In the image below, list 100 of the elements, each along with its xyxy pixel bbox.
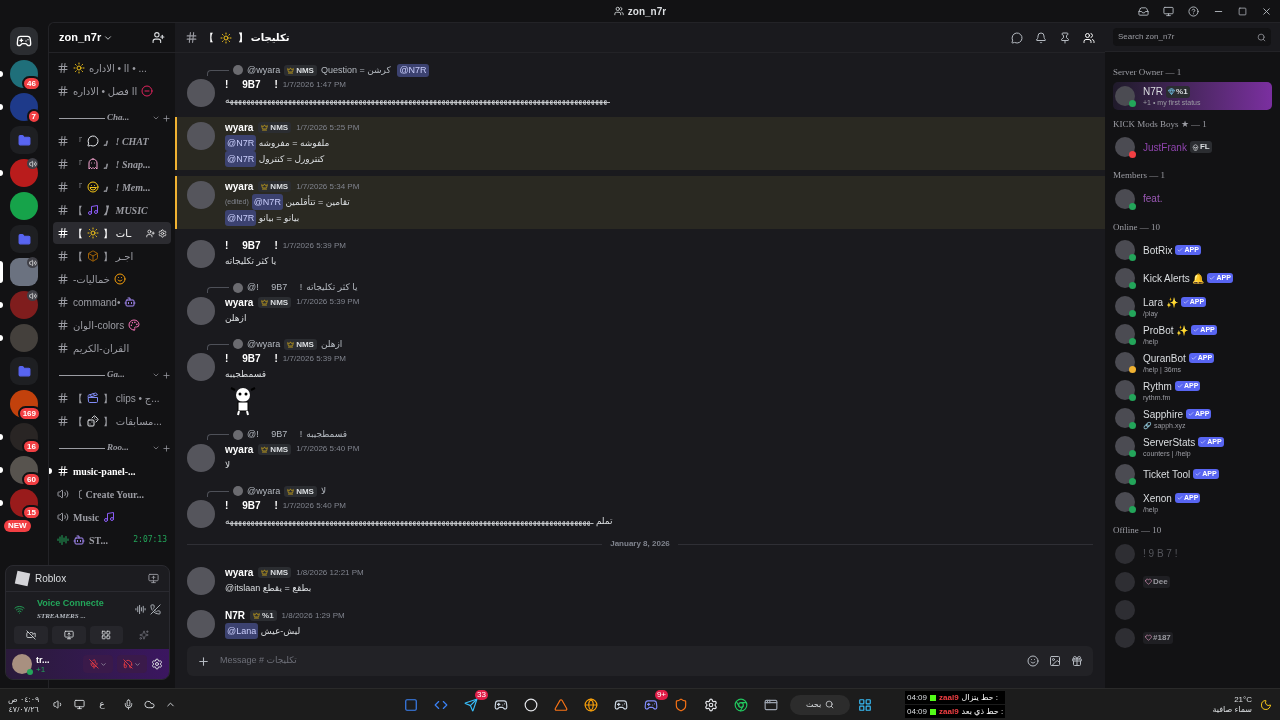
message-input[interactable]: Message # تكليجات <box>220 654 1017 668</box>
message-composer[interactable]: Message # تكليجات <box>187 646 1093 676</box>
mic-icon[interactable] <box>122 699 134 710</box>
channel-item[interactable]: Music <box>53 506 171 528</box>
gift-icon[interactable] <box>1071 655 1083 667</box>
author-name[interactable]: ! 9B7 ! <box>225 351 278 366</box>
add-channel-icon[interactable] <box>162 113 171 123</box>
cloud-icon[interactable] <box>143 699 155 710</box>
user-mention[interactable]: @Lana <box>225 623 259 639</box>
camera-button[interactable] <box>14 626 48 644</box>
start-icon[interactable] <box>858 697 872 712</box>
avatar[interactable] <box>1115 85 1135 106</box>
channel-item[interactable]: 『 』 ! Snap... <box>53 153 171 175</box>
channel-item[interactable]: 【 】 clips • ج... <box>53 387 171 409</box>
category-name[interactable]: Ga... <box>107 368 150 382</box>
add-attachment-icon[interactable] <box>197 654 210 668</box>
noise-icon[interactable] <box>135 603 146 615</box>
avatar[interactable] <box>1115 324 1135 344</box>
channel-item[interactable]: اا • الاداره • ... <box>53 57 171 79</box>
author-name[interactable]: wyara <box>225 294 254 310</box>
channel-item[interactable]: 【 】 ـات <box>53 222 171 244</box>
user-mention[interactable]: @N7R <box>225 210 257 226</box>
user-mention[interactable]: @N7R <box>397 63 429 77</box>
search-box[interactable]: بحث <box>790 694 850 715</box>
pin-icon[interactable] <box>1059 31 1071 44</box>
telegram-app-icon[interactable] <box>464 697 478 712</box>
add-channel-icon[interactable] <box>162 370 171 380</box>
author-name[interactable]: wyara <box>225 120 254 135</box>
help-icon[interactable] <box>1188 5 1199 17</box>
avatar[interactable] <box>1115 492 1135 512</box>
author-name[interactable]: ! 9B7 ! <box>225 498 278 513</box>
user-mention[interactable]: @N7R <box>225 151 257 167</box>
avatar[interactable] <box>1115 268 1135 288</box>
avatar[interactable] <box>1115 408 1135 428</box>
channel-item[interactable]: music-panel-... <box>53 460 171 482</box>
close-icon[interactable] <box>1261 5 1272 17</box>
window-app-icon[interactable] <box>764 697 778 712</box>
language-indicator[interactable]: ع <box>99 697 105 712</box>
avatar[interactable] <box>12 654 32 674</box>
invite-icon[interactable] <box>146 228 155 238</box>
settings-icon[interactable] <box>151 658 163 670</box>
channel-item[interactable]: اا فصل • الاداره <box>53 80 171 102</box>
category-name[interactable]: Cha... <box>107 111 150 125</box>
author-name[interactable]: ! 9B7 ! <box>225 238 278 253</box>
user-mention[interactable]: @N7R <box>251 194 283 210</box>
maximize-icon[interactable] <box>1238 6 1247 16</box>
obs-app-icon[interactable] <box>524 697 538 712</box>
disconnect-icon[interactable] <box>150 603 161 615</box>
channel-item[interactable]: 【 】 MUSIC <box>53 199 171 221</box>
avatar[interactable] <box>1115 137 1135 157</box>
headphones-toggle[interactable] <box>117 655 147 673</box>
channel-item[interactable]: 『 』 ! Mem... <box>53 176 171 198</box>
channel-item[interactable]: 【 】 اجـر <box>53 245 171 267</box>
mic-toggle[interactable] <box>83 655 113 673</box>
channel-item[interactable]: -خماليات <box>53 268 171 290</box>
activities-button[interactable] <box>89 626 124 644</box>
reply-author[interactable]: @wyara <box>247 484 281 498</box>
screen-share-button[interactable] <box>51 626 86 644</box>
screen-share-icon[interactable] <box>148 573 159 584</box>
channel-item[interactable]: القران-الكريم <box>53 337 171 359</box>
members-icon[interactable] <box>1083 31 1095 44</box>
reply-author[interactable]: @wyara <box>247 337 281 351</box>
channel-item[interactable]: 【 】 مسابقات... <box>53 410 171 432</box>
author-name[interactable]: N7R <box>225 608 245 623</box>
search-field[interactable]: Search zon_n7r <box>1113 28 1271 46</box>
settings-app-icon[interactable] <box>704 697 718 712</box>
author-name[interactable]: wyara <box>225 565 254 580</box>
add-channel-icon[interactable] <box>162 443 171 453</box>
avatar[interactable] <box>1115 464 1135 484</box>
server-button[interactable] <box>0 159 38 187</box>
category-name[interactable]: Roo... <box>107 441 150 455</box>
avatar[interactable] <box>1115 240 1135 260</box>
channel-item[interactable]: الوان-colors <box>53 314 171 336</box>
channel-item[interactable]: 〔 Create Your... <box>53 483 171 505</box>
bell-icon[interactable] <box>1035 31 1047 44</box>
reply-author[interactable]: @! 9B7 ! <box>247 281 303 295</box>
avatar[interactable] <box>1115 380 1135 400</box>
reply-author[interactable]: @wyara <box>247 63 281 77</box>
server-button[interactable] <box>0 291 38 319</box>
threads-icon[interactable] <box>1011 31 1023 44</box>
avatar[interactable] <box>1115 188 1135 209</box>
channel-item[interactable]: ST... 2:07:13 <box>53 529 171 551</box>
channel-item[interactable]: 『 』 ! CHAT <box>53 130 171 152</box>
emoji-icon[interactable] <box>1027 655 1039 667</box>
server-name[interactable]: zon_n7r <box>59 29 102 46</box>
avatar[interactable] <box>1115 296 1135 316</box>
chrome-app-icon[interactable] <box>734 697 748 712</box>
inbox-icon[interactable] <box>1138 5 1149 17</box>
author-name[interactable]: ! 9B7 ! <box>225 77 278 92</box>
monitor-icon[interactable] <box>74 699 86 710</box>
search-icon[interactable] <box>1257 32 1266 42</box>
user-mention[interactable]: @N7R <box>225 135 257 151</box>
server-button[interactable] <box>0 258 38 286</box>
reply-author[interactable]: @! 9B7 ! <box>247 428 303 442</box>
avatar[interactable] <box>1115 352 1135 372</box>
monitor-icon[interactable] <box>1163 5 1174 17</box>
avatar[interactable] <box>1115 436 1135 456</box>
image-icon[interactable] <box>1049 655 1061 667</box>
author-name[interactable]: wyara <box>225 441 254 457</box>
channel-item[interactable]: command• <box>53 291 171 313</box>
